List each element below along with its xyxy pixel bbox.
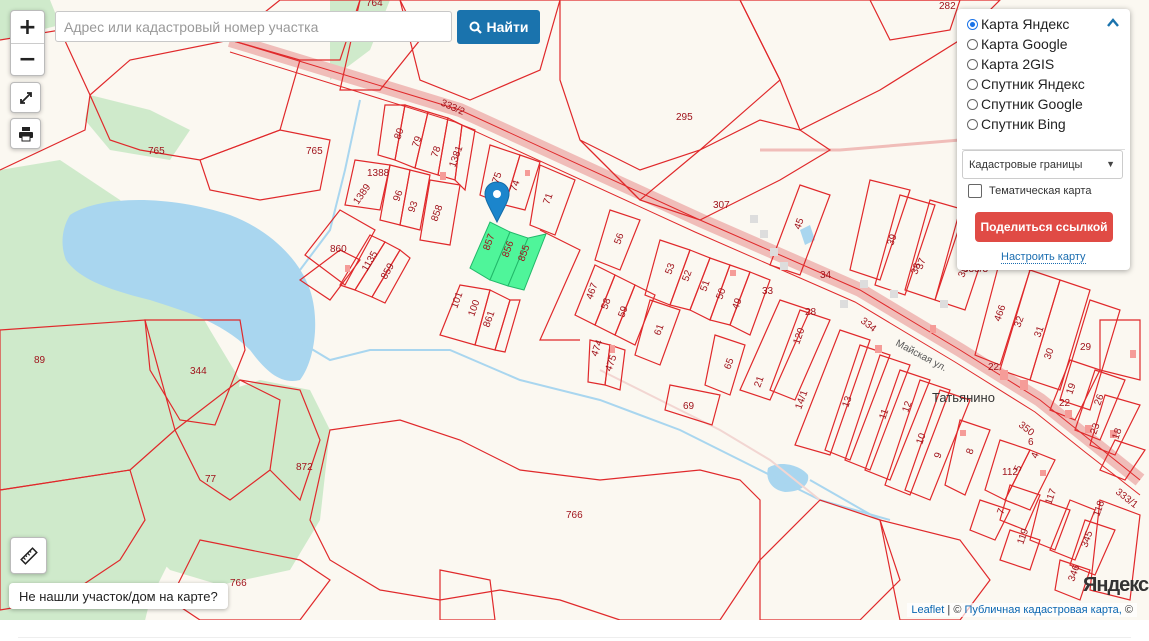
parcel-label: 307 <box>713 200 730 211</box>
parcel-label: 344 <box>190 366 207 377</box>
layer-yandex-map[interactable]: Карта Яндекс <box>967 15 1069 33</box>
parcel-label: 22 <box>988 362 1000 373</box>
layer-label: Спутник Яндекс <box>981 76 1085 92</box>
layer-bing-satellite[interactable]: Спутник Bing <box>967 115 1066 133</box>
zoom-out-button[interactable]: − <box>11 42 44 75</box>
parcel-label: 28 <box>805 307 817 318</box>
layer-yandex-satellite[interactable]: Спутник Яндекс <box>967 75 1085 93</box>
radio-icon[interactable] <box>967 118 978 130</box>
parcel-label: 295 <box>676 112 693 123</box>
layer-label: Карта Яндекс <box>981 16 1070 32</box>
parcel-label: 29 <box>1080 342 1092 353</box>
radio-icon[interactable] <box>967 58 978 70</box>
parcel-label: 766 <box>230 578 247 589</box>
ruler-button[interactable] <box>10 537 47 574</box>
not-found-button[interactable]: Не нашли участок/дом на карте? <box>9 583 228 609</box>
parcel-label: 765 <box>306 146 323 157</box>
thematic-label: Тематическая карта <box>989 185 1092 197</box>
search-icon <box>469 21 482 34</box>
search-button-label: Найти <box>486 19 529 35</box>
zoom-control: + − <box>10 10 45 76</box>
fullscreen-icon <box>19 91 32 104</box>
chevron-down-icon: ▼ <box>1106 159 1115 169</box>
place-label: Татьянино <box>932 390 995 405</box>
chevron-up-icon[interactable] <box>1106 16 1120 30</box>
parcel-label: 872 <box>296 462 313 473</box>
parcel-label: 282 <box>939 1 956 12</box>
parcel-label: 22 <box>1059 398 1071 409</box>
thematic-map-toggle[interactable]: Тематическая карта <box>968 184 1091 198</box>
parcel-label: 89 <box>34 355 46 366</box>
search-button[interactable]: Найти <box>457 10 540 44</box>
parcel-label: 766 <box>566 510 583 521</box>
radio-icon[interactable] <box>967 38 978 50</box>
configure-map-link[interactable]: Настроить карту <box>1001 251 1086 264</box>
print-button[interactable] <box>10 118 41 149</box>
zoom-in-button[interactable]: + <box>11 12 44 43</box>
leaflet-link[interactable]: Leaflet <box>911 604 944 616</box>
parcel-label: 860 <box>330 244 347 255</box>
parcel-label: 765 <box>148 146 165 157</box>
parcel-label: 69 <box>683 401 695 412</box>
parcel-label: 764 <box>366 0 383 9</box>
layer-google-map[interactable]: Карта Google <box>967 35 1068 53</box>
attribution: Leaflet | © Публичная кадастровая карта,… <box>907 603 1137 617</box>
layer-label: Карта Google <box>981 36 1068 52</box>
parcel-label: 6 <box>1028 437 1034 448</box>
layer-google-satellite[interactable]: Спутник Google <box>967 95 1083 113</box>
checkbox-icon[interactable] <box>968 184 982 198</box>
parcel-label: 1388 <box>367 168 390 179</box>
overlay-select[interactable]: Кадастровые границы ▼ <box>962 150 1123 179</box>
parcel-label: 77 <box>205 474 217 485</box>
layer-label: Спутник Bing <box>981 116 1066 132</box>
pkk-link[interactable]: Публичная кадастровая карта, <box>965 604 1122 616</box>
search-input[interactable] <box>55 11 452 42</box>
print-icon <box>18 126 33 141</box>
layer-2gis-map[interactable]: Карта 2GIS <box>967 55 1054 73</box>
bottom-strip <box>0 620 1149 641</box>
attribution-copyright: © <box>1124 604 1133 616</box>
radio-icon[interactable] <box>967 98 978 110</box>
attribution-separator: | © <box>947 604 962 616</box>
fullscreen-button[interactable] <box>10 82 41 113</box>
layer-label: Спутник Google <box>981 96 1083 112</box>
parcel-label: 33 <box>762 286 774 297</box>
layer-label: Карта 2GIS <box>981 56 1055 72</box>
yandex-logo: Яндекс <box>1083 574 1149 596</box>
radio-icon[interactable] <box>967 78 978 90</box>
overlay-select-value: Кадастровые границы <box>969 158 1083 171</box>
share-link-button[interactable]: Поделиться ссылкой <box>975 212 1113 242</box>
radio-icon[interactable] <box>967 18 978 30</box>
ruler-icon <box>19 546 38 565</box>
divider <box>18 637 1131 638</box>
layers-panel: Карта Яндекс Карта Google Карта 2GIS Спу… <box>957 9 1130 270</box>
parcel-label: 34 <box>820 270 832 281</box>
